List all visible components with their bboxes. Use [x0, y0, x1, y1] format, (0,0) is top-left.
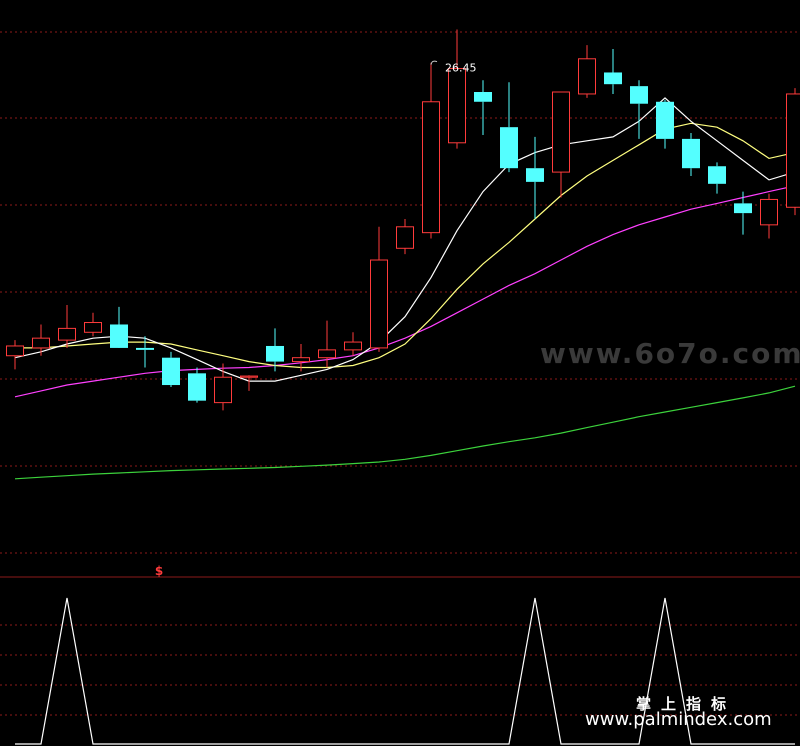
candle	[760, 193, 778, 239]
candle-body	[786, 93, 800, 208]
candle	[578, 45, 596, 98]
candle	[682, 133, 700, 177]
high-price-label: 26.45	[445, 62, 477, 75]
candle-body	[474, 92, 492, 102]
signal-marker: $	[155, 564, 163, 578]
candle-body	[110, 324, 128, 348]
candle-body	[578, 58, 596, 95]
candle	[396, 218, 414, 255]
candle	[214, 363, 232, 411]
candle-body	[760, 198, 778, 226]
candle	[526, 136, 544, 219]
candle	[422, 62, 440, 239]
candle	[344, 332, 362, 356]
candle-body	[708, 166, 726, 184]
candle	[500, 82, 518, 173]
candle-body	[136, 347, 154, 350]
candle	[474, 80, 492, 135]
candle	[188, 367, 206, 403]
candle-body	[6, 345, 24, 357]
watermark-6o7o: www.6o7o.com	[540, 337, 800, 370]
candle-body	[500, 127, 518, 169]
candle	[708, 162, 726, 194]
candle	[604, 49, 622, 94]
candle-body	[58, 327, 76, 341]
candle-body	[344, 341, 362, 351]
candle-body	[396, 226, 414, 249]
moving-average-lines	[14, 97, 796, 480]
candle-body	[266, 345, 284, 362]
candle-body	[734, 203, 752, 214]
candle	[734, 191, 752, 235]
candle	[84, 312, 102, 337]
candle-body	[84, 322, 102, 333]
candlestick-chart: 26.45 $	[0, 29, 800, 745]
candle-body	[630, 86, 648, 104]
candle-body	[526, 168, 544, 182]
watermark-palmindex-url: www.palmindex.com	[585, 709, 772, 730]
candle-body	[32, 337, 50, 349]
candle-body	[552, 91, 570, 173]
candle	[58, 304, 76, 348]
candle-body	[422, 101, 440, 234]
candle-body	[448, 68, 466, 144]
candle-body	[604, 72, 622, 85]
candle	[110, 306, 128, 348]
candle-body	[318, 349, 336, 359]
ma60-line	[14, 385, 796, 480]
candle	[6, 340, 24, 370]
candle-body	[370, 259, 388, 349]
high-pointer	[430, 60, 438, 65]
candle	[448, 29, 466, 149]
candle	[162, 351, 180, 387]
candle	[786, 88, 800, 216]
candle-body	[188, 373, 206, 401]
candle-body	[162, 357, 180, 386]
candle-body	[240, 375, 258, 378]
candle-body	[682, 138, 700, 169]
candle	[656, 99, 674, 149]
candle	[552, 91, 570, 198]
candle-body	[214, 376, 232, 404]
candle	[630, 80, 648, 139]
candle	[32, 324, 50, 356]
grid-lines	[0, 31, 800, 716]
candle-body	[292, 357, 310, 363]
candle-body	[656, 101, 674, 139]
candle	[240, 375, 258, 391]
candle	[370, 226, 388, 352]
